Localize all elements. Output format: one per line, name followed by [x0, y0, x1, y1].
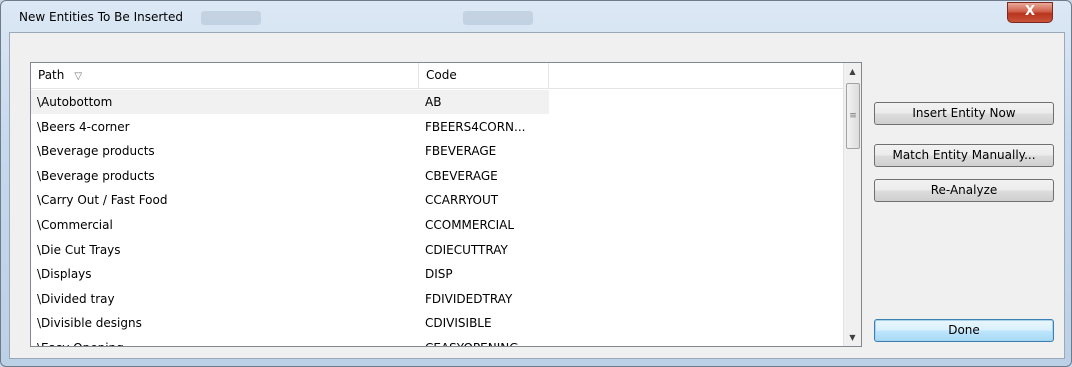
column-header-code-label: Code: [426, 68, 457, 82]
path-cell: \Carry Out / Fast Food: [37, 193, 168, 208]
title-bar[interactable]: New Entities To Be Inserted X: [1, 1, 1071, 33]
column-header-path-label: Path: [38, 68, 65, 82]
path-cell: \Die Cut Trays: [37, 242, 121, 257]
entity-list[interactable]: Path ▽ Code \Autobottom AB \Beers 4-corner F…: [30, 62, 862, 347]
code-cell: CEASYOPENING: [419, 336, 549, 346]
column-header-code[interactable]: Code: [419, 63, 549, 88]
path-cell: \Displays: [37, 267, 92, 282]
scroll-down-arrow-icon[interactable]: ▼: [844, 329, 861, 346]
table-row[interactable]: \Beverage products FBEVERAGE: [31, 139, 843, 163]
table-row[interactable]: \Displays DISP: [31, 262, 843, 286]
table-row[interactable]: \Carry Out / Fast Food CCARRYOUT: [31, 188, 843, 212]
code-cell: CCARRYOUT: [425, 193, 499, 208]
table-row[interactable]: \Autobottom AB: [31, 90, 843, 114]
path-cell: \Beers 4-corner: [37, 119, 130, 134]
code-cell: CBEVERAGE: [425, 168, 498, 183]
vertical-scrollbar[interactable]: ▲ ≡ ▼: [843, 63, 861, 346]
entity-list-view: Path ▽ Code \Autobottom AB \Beers 4-corner F…: [31, 63, 843, 346]
table-row[interactable]: \Beverage products CBEVERAGE: [31, 164, 843, 188]
dialog-window: New Entities To Be Inserted X Path ▽ Code…: [0, 0, 1072, 367]
code-cell: CDIVISIBLE: [425, 316, 492, 331]
background-blur: [463, 11, 533, 25]
column-header-path[interactable]: Path ▽: [31, 63, 419, 88]
sort-arrow-icon: ▽: [74, 71, 83, 82]
code-cell: FBEVERAGE: [425, 144, 497, 159]
code-cell: FBEERS4CORN...: [425, 119, 526, 134]
close-icon: X: [1024, 4, 1036, 19]
dialog-body: Path ▽ Code \Autobottom AB \Beers 4-corner F…: [9, 32, 1065, 359]
code-cell: CDIECUTTRAY: [425, 242, 508, 257]
table-row[interactable]: \Die Cut Trays CDIECUTTRAY: [31, 238, 843, 262]
re-analyze-button[interactable]: Re-Analyze: [874, 179, 1054, 202]
table-row[interactable]: \Beers 4-corner FBEERS4CORN...: [31, 115, 843, 139]
scroll-up-arrow-icon[interactable]: ▲: [844, 63, 861, 80]
column-header-filler: [549, 63, 843, 88]
path-cell: \Autobottom: [31, 90, 419, 114]
code-cell: DISP: [425, 267, 453, 282]
path-cell: \Divisible designs: [37, 316, 142, 331]
table-row[interactable]: \Easy OpeningCEASYOPENING: [31, 336, 843, 346]
close-button[interactable]: X: [1007, 2, 1053, 23]
background-blur: [201, 11, 261, 25]
path-cell: \Commercial: [37, 218, 113, 232]
list-header: Path ▽ Code: [31, 63, 843, 89]
window-title: New Entities To Be Inserted: [19, 10, 183, 24]
match-entity-manually-button[interactable]: Match Entity Manually...: [874, 144, 1054, 167]
table-row[interactable]: \Commercial CCOMMERCIAL: [31, 213, 843, 237]
code-cell: CCOMMERCIAL: [425, 218, 515, 232]
table-row[interactable]: \Divisible designs CDIVISIBLE: [31, 311, 843, 335]
path-cell: \Easy Opening: [31, 336, 419, 346]
table-row[interactable]: \Divided tray FDIVIDEDTRAY: [31, 287, 843, 311]
insert-entity-now-button[interactable]: Insert Entity Now: [874, 102, 1054, 125]
path-cell: \Beverage products: [37, 144, 155, 159]
code-cell: FDIVIDEDTRAY: [425, 291, 513, 306]
path-cell: \Divided tray: [37, 291, 115, 306]
path-cell: \Beverage products: [37, 168, 155, 183]
done-button[interactable]: Done: [874, 319, 1054, 342]
scrollbar-thumb[interactable]: ≡: [846, 83, 860, 149]
code-cell: AB: [419, 90, 549, 114]
